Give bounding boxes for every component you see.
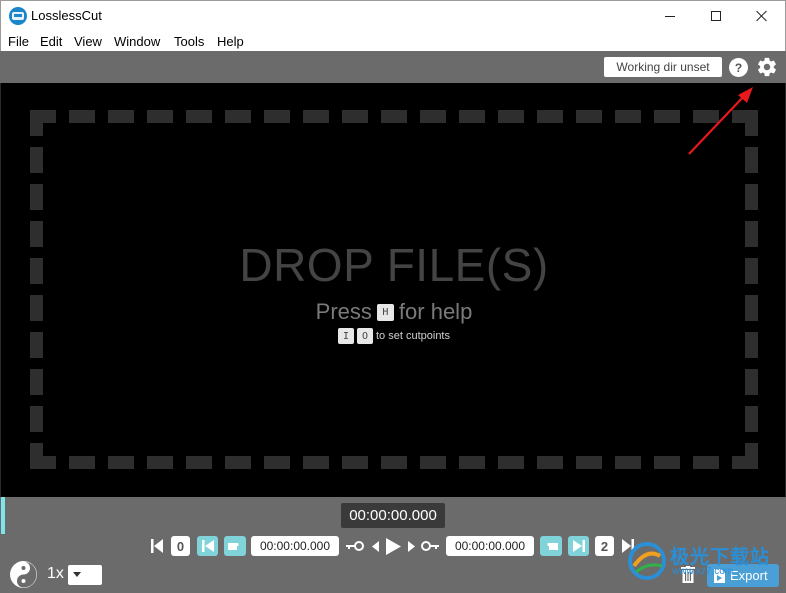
menu-edit[interactable]: Edit <box>40 34 62 49</box>
drop-area[interactable]: DROP FILE(S) Press H for help I O to set… <box>0 83 786 497</box>
yin-yang-icon <box>10 561 37 588</box>
help-hint-press: Press <box>315 299 372 324</box>
help-hint: Press H for help <box>1 299 786 325</box>
cut-out-key: O <box>357 328 373 344</box>
annotation-arrow-icon <box>688 87 753 155</box>
jump-cut-start-button[interactable] <box>197 536 218 556</box>
current-time-display: 00:00:00.000 <box>341 503 445 528</box>
hand-pointer-icon <box>547 543 558 550</box>
window-titlebar: LosslessCut <box>0 0 786 31</box>
cutpoint-hint: I O to set cutpoints <box>1 328 786 344</box>
segment-start-index[interactable]: 0 <box>171 536 190 556</box>
menu-file[interactable]: File <box>8 34 29 49</box>
set-cut-end-button[interactable] <box>540 536 562 556</box>
menu-tools[interactable]: Tools <box>174 34 204 49</box>
timeline-mode-button[interactable] <box>10 561 37 588</box>
keyframe-right-button[interactable] <box>421 539 439 553</box>
menu-view[interactable]: View <box>74 34 102 49</box>
cutpoint-hint-text: to set cutpoints <box>376 330 450 342</box>
key-icon <box>346 541 364 551</box>
maximize-button[interactable] <box>693 1 739 31</box>
segment-end-index[interactable]: 2 <box>595 536 614 556</box>
working-dir-button[interactable]: Working dir unset <box>604 57 722 77</box>
hand-pointer-icon <box>228 543 239 550</box>
playback-speed-select[interactable] <box>68 565 102 585</box>
cut-in-key: I <box>338 328 354 344</box>
window-title: LosslessCut <box>31 8 102 23</box>
caret-right-icon <box>407 540 415 552</box>
cut-start-time-input[interactable]: 00:00:00.000 <box>251 536 339 556</box>
watermark-text: 极光下载站 <box>670 546 771 568</box>
drop-files-title: DROP FILE(S) <box>239 239 549 291</box>
watermark-url: www.xz7.com <box>672 566 734 577</box>
settings-button[interactable] <box>756 56 778 78</box>
timeline[interactable]: 00:00:00.000 <box>0 497 786 534</box>
minimize-button[interactable] <box>647 1 693 31</box>
menu-bar: File Edit View Window Tools Help <box>0 31 786 51</box>
jump-cut-start-icon <box>201 540 214 552</box>
minimize-icon <box>665 15 675 17</box>
help-button[interactable]: ? <box>729 58 748 77</box>
watermark: 极光下载站 www.xz7.com <box>628 540 778 586</box>
step-forward-button[interactable] <box>406 539 416 553</box>
help-key: H <box>376 303 394 321</box>
set-cut-start-button[interactable] <box>224 536 246 556</box>
cut-end-time-input[interactable]: 00:00:00.000 <box>446 536 534 556</box>
watermark-logo-icon <box>628 542 666 580</box>
jump-cut-end-button[interactable] <box>568 536 589 556</box>
skip-start-icon <box>151 539 163 553</box>
jump-cut-end-icon <box>572 540 585 552</box>
jump-start-button[interactable] <box>150 538 164 554</box>
app-logo-icon <box>9 7 27 25</box>
playhead[interactable] <box>1 497 5 534</box>
play-button[interactable] <box>384 536 402 556</box>
caret-left-icon <box>371 540 379 552</box>
gear-icon <box>758 57 776 77</box>
playback-speed-label: 1x <box>47 565 64 582</box>
top-toolbar: Working dir unset ? <box>0 51 786 83</box>
key-icon <box>421 541 439 551</box>
close-button[interactable] <box>739 1 785 31</box>
keyframe-left-button[interactable] <box>346 539 364 553</box>
help-hint-suffix: for help <box>398 299 473 324</box>
close-icon <box>756 10 768 22</box>
maximize-icon <box>711 11 721 21</box>
play-icon <box>385 537 401 555</box>
step-back-button[interactable] <box>370 539 380 553</box>
menu-help[interactable]: Help <box>217 34 244 49</box>
menu-window[interactable]: Window <box>114 34 160 49</box>
